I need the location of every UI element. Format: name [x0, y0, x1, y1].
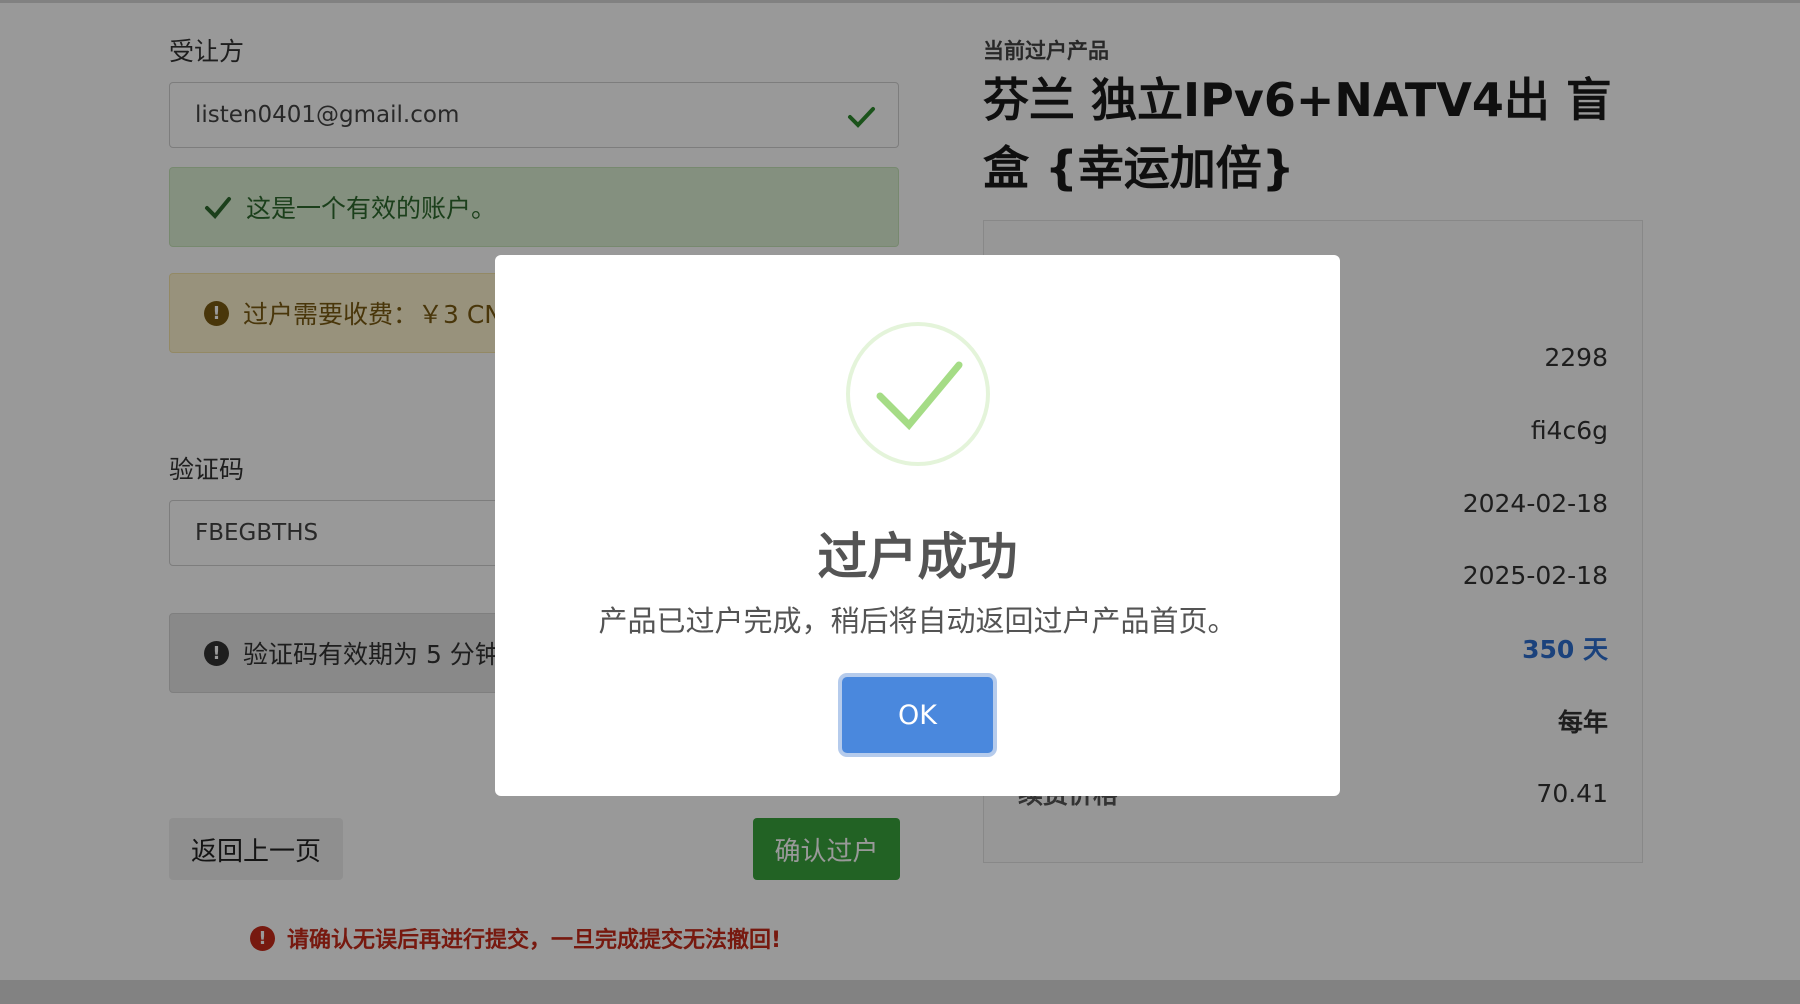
success-dialog: 过户成功 产品已过户完成，稍后将自动返回过户产品首页。 OK: [495, 255, 1340, 796]
dialog-message: 产品已过户完成，稍后将自动返回过户产品首页。: [598, 604, 1237, 638]
ok-button[interactable]: OK: [842, 677, 993, 753]
backdrop-bottom-strip: [0, 980, 1800, 1004]
dialog-title: 过户成功: [817, 528, 1018, 586]
success-check-icon: [846, 322, 990, 466]
